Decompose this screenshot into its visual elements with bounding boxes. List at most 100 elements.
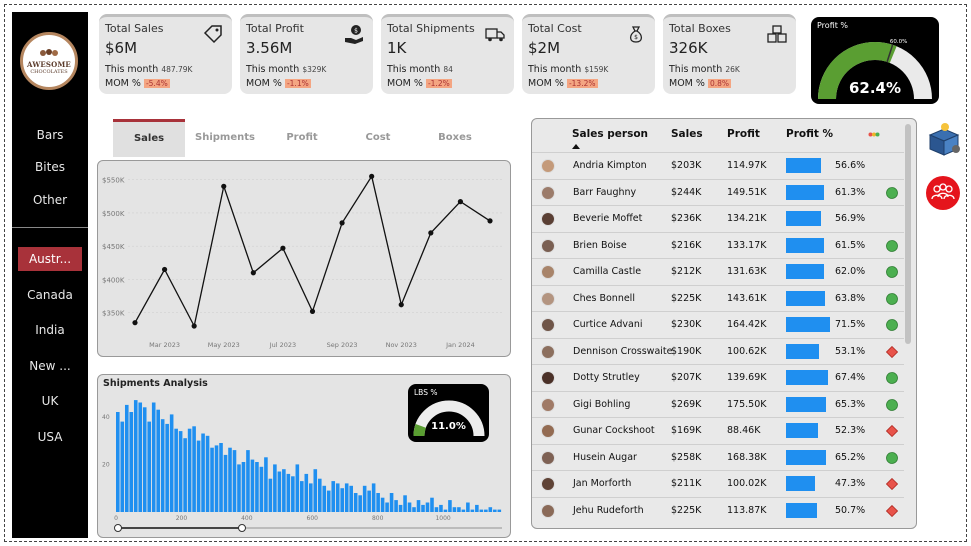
shipments-chart-title: Shipments Analysis [103, 378, 208, 389]
histogram-bar [160, 419, 165, 512]
profit-gauge-target-label: 60.0% [890, 39, 907, 45]
profit-value: 100.62K [727, 345, 767, 357]
profit-pct-value: 63.8% [835, 292, 866, 304]
histogram-bar [484, 509, 488, 512]
table-row[interactable]: Dennison Crosswaite $190K 100.62K 53.1% [532, 337, 904, 365]
histogram-bar [376, 493, 380, 512]
histogram-bar [457, 507, 461, 512]
avatar [541, 318, 555, 332]
profit-value: 88.46K [727, 425, 761, 436]
sidebar-item-canada[interactable]: Canada [12, 288, 88, 302]
histogram-bar [223, 454, 228, 512]
sales-trend-svg: $350K $400K $450K $500K $550K Mar 2023 May 202… [102, 173, 503, 349]
lbs-gauge: LBS % 11.0% [408, 384, 489, 442]
sidebar-item-bars[interactable]: Bars [12, 128, 88, 142]
histogram-bar [340, 488, 345, 512]
kpi-value: $6M [105, 39, 138, 57]
histogram-bar [228, 447, 232, 512]
histogram-bar [201, 433, 205, 512]
tab-shipments[interactable]: Shipments [189, 119, 261, 157]
profit-pct-value: 52.3% [835, 425, 866, 436]
histogram-bar [371, 483, 376, 512]
profit-gauge: Profit % 60.0% 62.4% [811, 17, 939, 104]
x-tick-label: 400 [241, 515, 253, 522]
table-row[interactable]: Dotty Strutley $207K 139.69K 67.4% [532, 364, 904, 391]
status-bad-icon [886, 425, 898, 437]
sidebar-item-uk[interactable]: UK [12, 394, 88, 408]
sidebar-item-new-zealand[interactable]: New ... [12, 359, 88, 373]
histogram-bar [344, 483, 349, 512]
sidebar-item-india[interactable]: India [12, 323, 88, 337]
histogram-bar [394, 500, 398, 512]
kpi-title: Total Profit [246, 22, 304, 35]
metric-tabs: Sales Shipments Profit Cost Boxes [113, 119, 495, 157]
sales-person-name: Camilla Castle [573, 266, 642, 277]
tab-cost[interactable]: Cost [342, 119, 414, 157]
table-row[interactable]: Gigi Bohling $269K 175.50K 65.3% [532, 390, 904, 418]
data-point [428, 230, 434, 236]
histogram-bar [232, 450, 237, 512]
histogram-bar [452, 507, 457, 512]
kpi-mom: MOM % -13.2% [528, 78, 598, 89]
table-row[interactable]: Brien Boise $216K 133.17K 61.5% [532, 231, 904, 259]
avatar [541, 450, 555, 465]
sidebar-item-usa[interactable]: USA [12, 430, 88, 444]
column-header-profit[interactable]: Profit [727, 128, 760, 140]
table-row[interactable]: Curtice Advani $230K 164.42K 71.5% [532, 311, 904, 338]
table-row[interactable]: Ches Bonnell $225K 143.61K 63.8% [532, 284, 904, 312]
table-row[interactable]: Beverie Moffet $236K 134.21K 56.9% [532, 205, 904, 232]
histogram-bar [196, 440, 201, 512]
table-row[interactable]: Jan Morforth $211K 100.02K 47.3% [532, 470, 904, 497]
histogram-bar [192, 426, 196, 512]
histogram-bar [273, 464, 277, 512]
histogram-bar [493, 509, 497, 512]
status-bad-icon [886, 504, 898, 517]
data-point [280, 245, 286, 251]
kpi-mom: MOM % -5.4% [105, 78, 170, 89]
product-box-idea-icon[interactable] [926, 121, 962, 157]
sales-person-name: Andria Kimpton [573, 160, 647, 171]
sidebar-item-bites[interactable]: Bites [12, 160, 88, 174]
table-row[interactable]: Husein Augar $258K 168.38K 65.2% [532, 443, 904, 471]
sales-person-name: Jehu Rudeforth [573, 504, 644, 516]
sidebar-item-other[interactable]: Other [12, 193, 88, 207]
status-good-icon [886, 398, 898, 411]
histogram-bar [416, 500, 421, 512]
column-header-sales-person[interactable]: Sales person [572, 128, 648, 140]
table-row[interactable]: Jehu Rudeforth $225K 113.87K 50.7% [532, 496, 904, 524]
kpi-card-total-shipments: Total Shipments 1K This month 84 MOM % -… [381, 14, 514, 94]
kpi-value: 326K [669, 39, 708, 57]
sale-tag-icon [203, 25, 222, 44]
histogram-bar [335, 483, 340, 512]
table-scrollbar[interactable] [905, 124, 911, 344]
team-people-icon[interactable] [926, 176, 960, 210]
sidebar-divider [12, 227, 88, 228]
table-row[interactable]: Camilla Castle $212K 131.63K 62.0% [532, 258, 904, 285]
histogram-bar [358, 495, 362, 512]
tab-sales[interactable]: Sales [113, 119, 185, 157]
histogram-bar [497, 509, 502, 512]
sales-value: $225K [671, 292, 702, 304]
avatar [541, 424, 555, 438]
range-slider-handle-start [114, 524, 122, 532]
profit-pct-bar [786, 184, 824, 200]
histogram-bar [142, 407, 147, 512]
column-header-profit-pct[interactable]: Profit % [786, 128, 833, 140]
tab-boxes[interactable]: Boxes [419, 119, 491, 157]
kpi-month: This month 487.79K [105, 64, 193, 75]
column-header-sales[interactable]: Sales [671, 128, 703, 140]
profit-pct-bar [786, 317, 830, 332]
sidebar-item-australia[interactable]: Austr... [18, 247, 82, 271]
table-row[interactable]: Andria Kimpton $203K 114.97K 56.6% [532, 152, 904, 179]
status-good-icon [886, 266, 898, 278]
histogram-bar [124, 404, 129, 512]
tab-profit[interactable]: Profit [266, 119, 338, 157]
table-row[interactable]: Barr Faughny $244K 149.51K 61.3% [532, 178, 904, 206]
table-row[interactable]: Gunar Cockshoot $169K 88.46K 52.3% [532, 417, 904, 444]
profit-pct-value: 47.3% [835, 478, 866, 489]
profit-pct-value: 53.1% [835, 345, 866, 357]
avatar [541, 344, 555, 359]
status-good-icon [886, 292, 898, 305]
sales-person-name: Curtice Advani [573, 319, 643, 330]
histogram-bar [259, 466, 264, 512]
